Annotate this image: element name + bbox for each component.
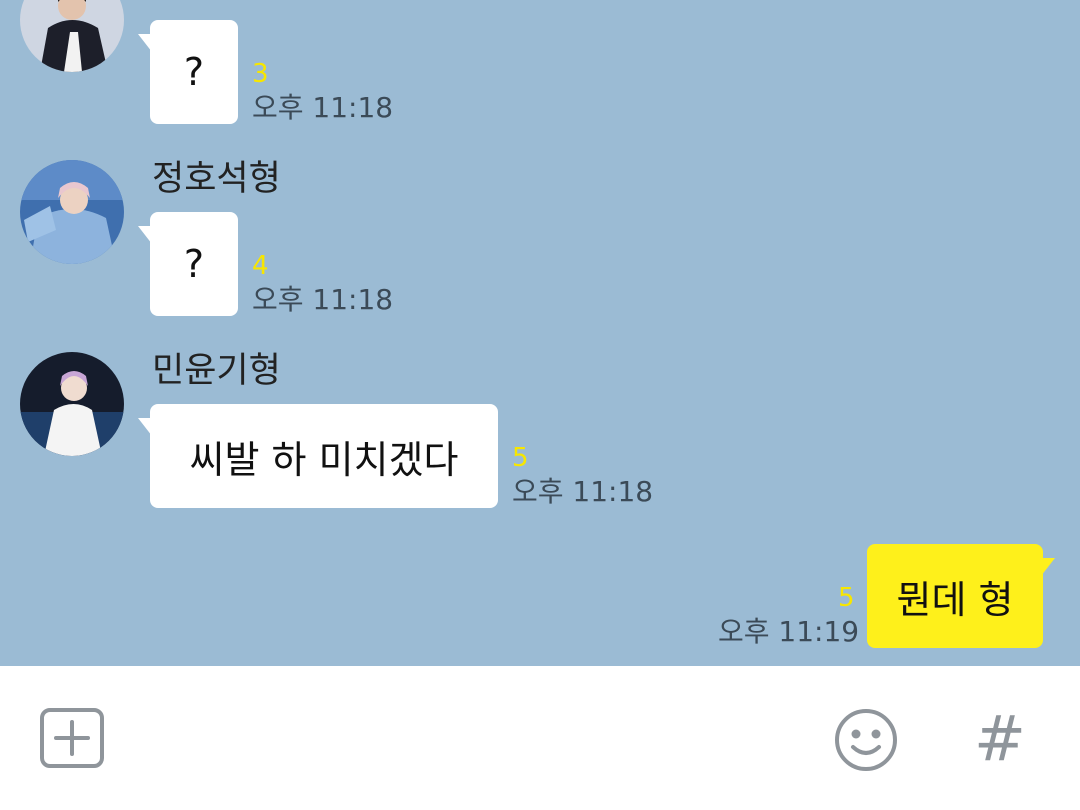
sender-name: 정호석형 [152, 159, 281, 199]
my-message-bubble[interactable]: 뭔데 형 [867, 544, 1055, 648]
input-bar: # [0, 666, 1080, 810]
message-time: 오후 11:18 [252, 91, 394, 124]
unread-count: 5 [512, 443, 529, 473]
message-time: 오후 11:19 [718, 615, 860, 648]
message-text: 뭔데 형 [896, 577, 1014, 622]
unread-count: 5 [838, 583, 855, 613]
message-bubble[interactable]: ? [138, 20, 238, 124]
chat-area[interactable]: ? 3 오후 11:18 정호석형 ? 4 오후 11:18 민윤기형 씨발 하… [0, 0, 1080, 666]
message-time: 오후 11:18 [252, 283, 394, 316]
avatar[interactable] [20, 160, 124, 264]
avatar[interactable] [20, 0, 124, 72]
plus-square-icon[interactable] [38, 706, 106, 770]
smiley-icon[interactable] [832, 706, 900, 774]
sender-name: 민윤기형 [152, 351, 281, 391]
message-text: ? [183, 50, 205, 94]
message-text: 씨발 하 미치겠다 [189, 437, 459, 482]
message-bubble[interactable]: 씨발 하 미치겠다 [138, 404, 498, 508]
hashtag-icon[interactable]: # [970, 701, 1030, 775]
message-time: 오후 11:18 [512, 475, 654, 508]
unread-count: 4 [252, 251, 269, 281]
avatar[interactable] [20, 352, 124, 456]
message-text: ? [183, 242, 205, 286]
unread-count: 3 [252, 59, 269, 89]
message-bubble[interactable]: ? [138, 212, 238, 316]
hashtag-glyph: # [974, 701, 1026, 775]
